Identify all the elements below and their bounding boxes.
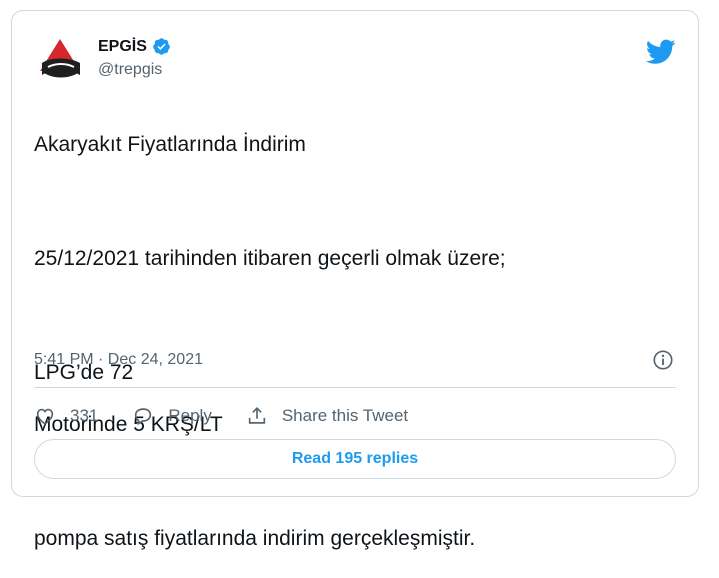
tweet-text: Akaryakıt Fiyatlarında İndirim 25/12/202… bbox=[34, 106, 674, 578]
tweet-line-closing: pompa satış fiyatlarında indirim gerçekl… bbox=[34, 527, 476, 550]
twitter-bird-icon[interactable] bbox=[646, 39, 676, 65]
tweet-timestamp[interactable]: 5:41 PM · Dec 24, 2021 bbox=[34, 351, 203, 369]
share-label: Share this Tweet bbox=[281, 406, 409, 425]
display-name[interactable]: EPGİS bbox=[98, 38, 147, 56]
like-button[interactable]: 331 bbox=[34, 405, 98, 427]
like-count: 331 bbox=[70, 406, 99, 425]
share-icon bbox=[248, 407, 266, 424]
avatar[interactable] bbox=[34, 33, 86, 85]
epgis-logo-avatar bbox=[34, 33, 86, 85]
verified-badge-icon bbox=[153, 38, 170, 55]
info-icon[interactable] bbox=[652, 349, 674, 371]
read-replies-button[interactable]: Read 195 replies bbox=[34, 439, 676, 479]
tweet-line-date: 25/12/2021 tarihinden itibaren geçerli o… bbox=[34, 247, 506, 270]
tweet-line-title: Akaryakıt Fiyatlarında İndirim bbox=[34, 133, 306, 156]
share-button[interactable]: Share this Tweet bbox=[246, 405, 408, 427]
tweet-header: EPGİS @trepgis bbox=[34, 33, 676, 89]
divider bbox=[34, 387, 676, 388]
heart-icon bbox=[36, 408, 54, 425]
tweet-card: EPGİS @trepgis Akaryakıt Fiyatlarında İn… bbox=[11, 10, 699, 550]
reply-button[interactable]: Reply bbox=[132, 405, 212, 427]
reply-bubble-icon bbox=[135, 408, 152, 426]
reply-label: Reply bbox=[168, 406, 212, 425]
tweet-actions: 331 Reply Share this Tweet bbox=[34, 401, 442, 431]
user-info: EPGİS @trepgis bbox=[98, 37, 171, 79]
user-handle[interactable]: @trepgis bbox=[98, 61, 171, 79]
